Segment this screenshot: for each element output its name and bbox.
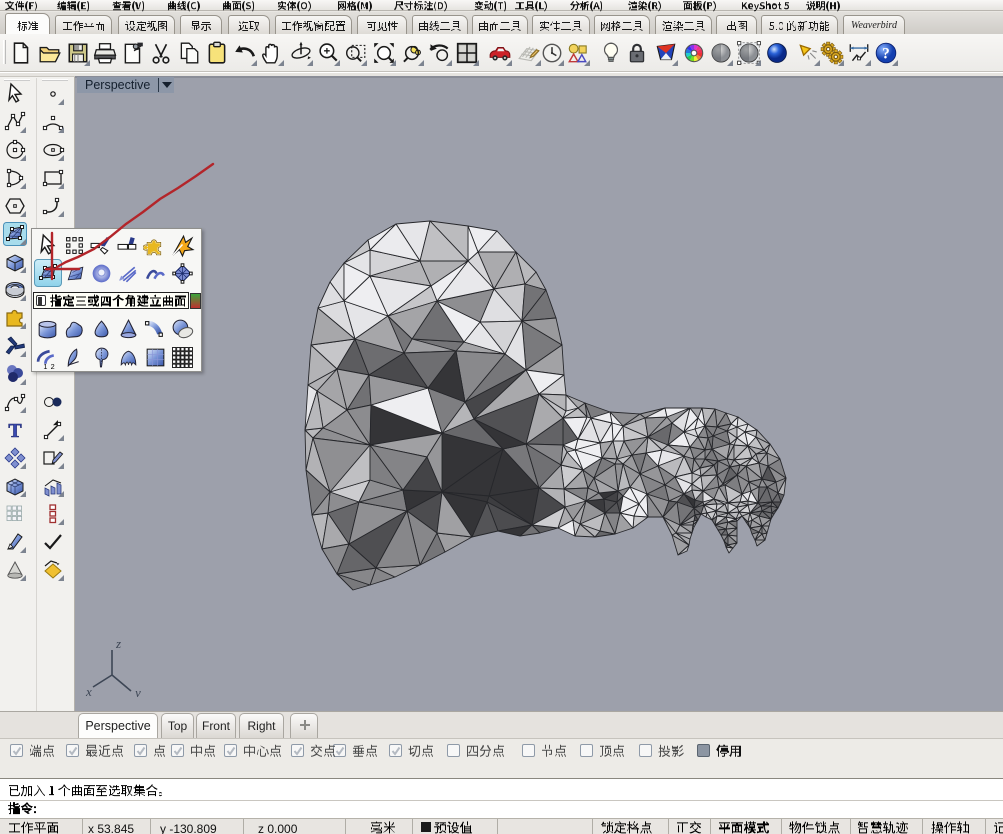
svg-text:?: ? [882, 46, 890, 63]
svg-text:T: T [8, 420, 22, 442]
svg-text:2: 2 [51, 362, 55, 370]
svg-text:1: 1 [43, 362, 47, 370]
